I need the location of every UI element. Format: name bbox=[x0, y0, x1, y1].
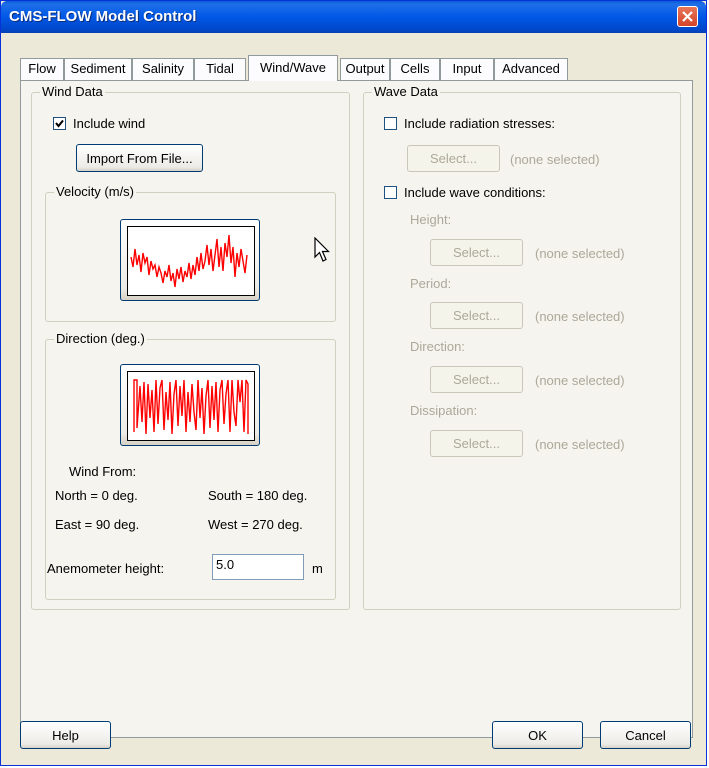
anemometer-unit-label: m bbox=[312, 561, 323, 576]
wave-data-group: Wave Data Include radiation stresses: Se… bbox=[363, 84, 681, 610]
include-radiation-stresses-checkbox[interactable] bbox=[384, 117, 397, 130]
velocity-plot bbox=[127, 226, 255, 296]
close-icon bbox=[682, 11, 693, 22]
dialog-client: Flow Sediment Salinity Tidal Wind/Wave O… bbox=[4, 33, 703, 764]
radiation-select-button[interactable]: Select... bbox=[407, 145, 500, 172]
direction-select-button[interactable]: Select... bbox=[430, 366, 523, 393]
dissipation-select-button[interactable]: Select... bbox=[430, 430, 523, 457]
window-title: CMS-FLOW Model Control bbox=[9, 8, 197, 25]
velocity-series-icon bbox=[130, 234, 248, 288]
include-radiation-stresses-label: Include radiation stresses: bbox=[404, 116, 556, 131]
velocity-plot-button[interactable] bbox=[120, 219, 260, 301]
direction-none-selected: (none selected) bbox=[535, 373, 625, 388]
include-wind-checkbox[interactable] bbox=[53, 117, 66, 130]
title-bar[interactable]: CMS-FLOW Model Control bbox=[1, 1, 706, 33]
east-label: East = 90 deg. bbox=[55, 517, 140, 532]
checkmark-icon bbox=[55, 119, 64, 128]
tab-advanced[interactable]: Advanced bbox=[494, 58, 568, 80]
import-from-file-button[interactable]: Import From File... bbox=[76, 144, 203, 172]
direction-wave-label: Direction: bbox=[410, 339, 465, 354]
include-wave-conditions-label: Include wave conditions: bbox=[404, 185, 546, 200]
south-label: South = 180 deg. bbox=[208, 488, 308, 503]
tab-output[interactable]: Output bbox=[340, 58, 390, 80]
tab-cells[interactable]: Cells bbox=[390, 58, 440, 80]
ok-button[interactable]: OK bbox=[492, 721, 583, 749]
help-button[interactable]: Help bbox=[20, 721, 111, 749]
mouse-cursor-icon bbox=[314, 237, 330, 262]
height-none-selected: (none selected) bbox=[535, 246, 625, 261]
direction-plot-button[interactable] bbox=[120, 364, 260, 446]
direction-series-icon bbox=[133, 379, 249, 435]
velocity-label: Velocity (m/s) bbox=[54, 184, 137, 199]
wind-data-label: Wind Data bbox=[40, 84, 105, 99]
anemometer-height-input[interactable]: 5.0 bbox=[212, 554, 304, 580]
radiation-none-selected: (none selected) bbox=[510, 152, 600, 167]
direction-label: Direction (deg.) bbox=[54, 331, 147, 346]
north-label: North = 0 deg. bbox=[55, 488, 138, 503]
tab-salinity[interactable]: Salinity bbox=[132, 58, 194, 80]
height-select-button[interactable]: Select... bbox=[430, 239, 523, 266]
tab-tidal[interactable]: Tidal bbox=[194, 58, 246, 80]
anemometer-height-label: Anemometer height: bbox=[47, 561, 165, 576]
dialog-window: CMS-FLOW Model Control Flow Sediment Sal… bbox=[0, 0, 707, 766]
west-label: West = 270 deg. bbox=[208, 517, 303, 532]
wind-data-group: Wind Data Include wind Import From File.… bbox=[31, 84, 350, 610]
period-label: Period: bbox=[410, 276, 452, 291]
include-wind-label: Include wind bbox=[73, 116, 146, 131]
tab-input[interactable]: Input bbox=[440, 58, 494, 80]
period-select-button[interactable]: Select... bbox=[430, 302, 523, 329]
height-label: Height: bbox=[410, 212, 452, 227]
wave-data-label: Wave Data bbox=[372, 84, 440, 99]
dissipation-none-selected: (none selected) bbox=[535, 437, 625, 452]
direction-plot bbox=[127, 371, 255, 441]
velocity-group: Velocity (m/s) bbox=[45, 184, 336, 322]
include-wave-conditions-checkbox[interactable] bbox=[384, 186, 397, 199]
period-none-selected: (none selected) bbox=[535, 309, 625, 324]
tab-wind-wave[interactable]: Wind/Wave bbox=[248, 55, 338, 81]
cancel-button[interactable]: Cancel bbox=[600, 721, 691, 749]
dissipation-label: Dissipation: bbox=[410, 403, 478, 418]
tab-sediment[interactable]: Sediment bbox=[64, 58, 132, 80]
wind-wave-panel: Wind Data Include wind Import From File.… bbox=[20, 80, 693, 738]
close-button[interactable] bbox=[677, 6, 698, 27]
wind-from-label: Wind From: bbox=[69, 464, 137, 479]
tab-flow[interactable]: Flow bbox=[20, 58, 64, 80]
